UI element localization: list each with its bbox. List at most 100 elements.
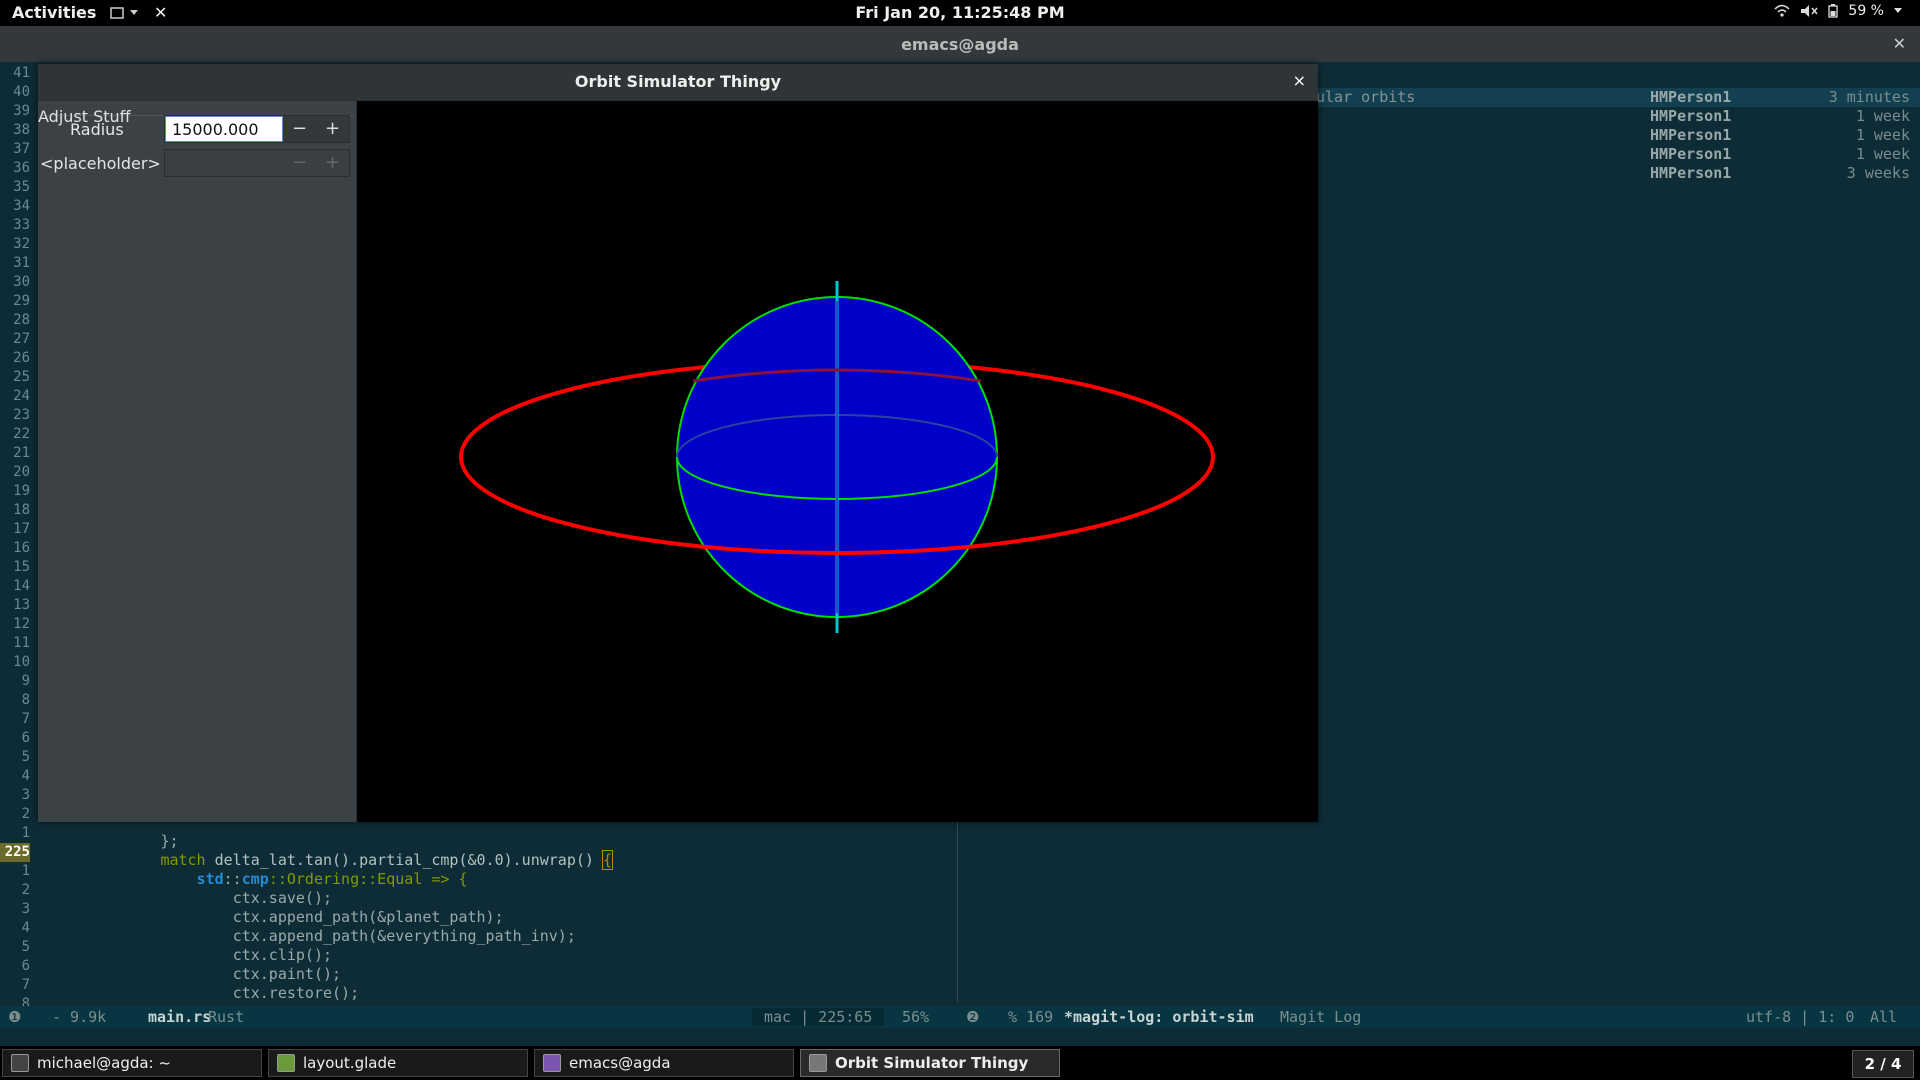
line-number: 41: [13, 65, 30, 81]
app-menu-close[interactable]: ✕: [154, 3, 167, 22]
code-line: std::cmp::Ordering::Equal => {: [196, 870, 468, 888]
placeholder-increment-button[interactable]: +: [316, 150, 349, 176]
control-panel: Adjust Stuff Radius 15000.000 − + <place…: [38, 101, 356, 822]
line-number: 34: [13, 198, 30, 214]
buffer-size: - 9.9k: [52, 1008, 107, 1026]
text-cursor: {: [601, 850, 613, 870]
workspace-indicator[interactable]: 2 / 4: [1852, 1050, 1914, 1078]
placeholder-decrement-button[interactable]: −: [283, 150, 316, 176]
orbit-simulator-window[interactable]: Orbit Simulator Thingy × Adjust Stuff Ra…: [38, 64, 1318, 822]
code-line: ctx.clip();: [232, 946, 333, 964]
magit-buffer-name[interactable]: *magit-log: orbit-sim: [1064, 1008, 1254, 1026]
scroll-percent: 56%: [902, 1008, 930, 1026]
line-number: 38: [13, 122, 30, 138]
line-number: 39: [13, 103, 30, 119]
encoding: utf-8 | 1: 0: [1746, 1008, 1855, 1026]
line-number: 31: [13, 255, 30, 271]
app-menu[interactable]: ✕: [110, 3, 167, 22]
commit-author: HMPerson1: [1650, 88, 1732, 106]
line-number: 3: [21, 787, 30, 803]
placeholder-input[interactable]: [165, 150, 283, 176]
line-number: 1: [21, 863, 30, 879]
chevron-down-icon: [1894, 8, 1902, 13]
radius-input[interactable]: 15000.000: [165, 116, 283, 142]
placeholder-label: <placeholder>: [40, 154, 161, 173]
dialog-title-bar[interactable]: Orbit Simulator Thingy: [38, 64, 1318, 100]
placeholder-spinbutton[interactable]: − +: [164, 149, 350, 177]
magit-commit-row[interactable]: ular orbits HMPerson1 3 minutes: [1316, 88, 1920, 107]
glade-icon: [277, 1054, 295, 1072]
orbit-drawing: [459, 281, 1215, 633]
line-number: 3: [21, 901, 30, 917]
magit-commit-row[interactable]: HMPerson1 1 week: [1316, 107, 1920, 126]
emacs-close-button[interactable]: ✕: [1893, 34, 1906, 53]
line-number: 4: [21, 920, 30, 936]
magit-commit-row[interactable]: HMPerson1 1 week: [1316, 145, 1920, 164]
orbit-canvas[interactable]: [357, 101, 1318, 822]
emacs-window-title: emacs@agda: [901, 35, 1019, 54]
wifi-icon: [1774, 4, 1790, 17]
code-line: };: [160, 832, 179, 850]
radius-decrement-button[interactable]: −: [283, 116, 316, 142]
taskbar-item[interactable]: Orbit Simulator Thingy: [800, 1049, 1060, 1077]
line-number: 22: [13, 426, 30, 442]
buffer-name[interactable]: main.rs: [148, 1008, 211, 1026]
line-number: 9: [21, 673, 30, 689]
commit-author: HMPerson1: [1650, 145, 1732, 163]
line-number: 19: [13, 483, 30, 499]
magit-info: % 169: [1008, 1008, 1054, 1026]
activities-button[interactable]: Activities: [12, 3, 96, 22]
line-number: 28: [13, 312, 30, 328]
commit-date: 1 week: [1855, 126, 1910, 144]
window-number-2[interactable]: ❷: [966, 1008, 979, 1026]
line-number: 20: [13, 464, 30, 480]
line-number: 23: [13, 407, 30, 423]
code-editor[interactable]: }; match delta_lat.tan().partial_cmp(&0.…: [34, 832, 613, 1003]
chevron-down-icon: [130, 9, 138, 15]
line-number: 6: [21, 730, 30, 746]
dialog-title: Orbit Simulator Thingy: [574, 72, 782, 91]
line-number: 1: [21, 825, 30, 841]
volume-muted-icon: [1801, 5, 1818, 17]
magit-commit-row[interactable]: HMPerson1 3 weeks: [1316, 164, 1920, 183]
system-tray[interactable]: 59 %: [1774, 3, 1902, 19]
taskbar-item-label: emacs@agda: [569, 1054, 671, 1072]
radius-spinbutton[interactable]: 15000.000 − +: [164, 115, 350, 143]
radius-increment-button[interactable]: +: [316, 116, 349, 142]
clock[interactable]: Fri Jan 20, 11:25:48 PM: [855, 3, 1064, 22]
taskbar: michael@agda: ~ layout.glade emacs@agda Orb…: [0, 1046, 1920, 1080]
magit-commit-row[interactable]: HMPerson1 1 week: [1316, 126, 1920, 145]
taskbar-item-label: michael@agda: ~: [37, 1054, 171, 1072]
commit-author: HMPerson1: [1650, 164, 1732, 182]
taskbar-item[interactable]: michael@agda: ~: [2, 1049, 262, 1077]
line-number: 27: [13, 331, 30, 347]
code-line: ctx.paint();: [232, 965, 342, 983]
line-number: 11: [13, 635, 30, 651]
taskbar-item[interactable]: emacs@agda: [534, 1049, 794, 1077]
emacs-title-bar[interactable]: emacs@agda ✕: [0, 26, 1920, 62]
major-mode[interactable]: Rust: [208, 1008, 244, 1026]
emacs-icon: [543, 1054, 561, 1072]
line-number-gutter: 41 40 39 38 37 36 35 34 33 32 31 30 29 28 27 26 25 24 23 22…: [0, 64, 30, 1014]
magit-log[interactable]: ular orbits HMPerson1 3 minutes HMPerson1 1 …: [1316, 88, 1920, 183]
taskbar-item-label: layout.glade: [303, 1054, 397, 1072]
commit-message: ular orbits: [1316, 88, 1416, 106]
buffer-position: All: [1870, 1008, 1898, 1026]
commit-date: 1 week: [1855, 145, 1910, 163]
dialog-close-button[interactable]: ×: [1293, 72, 1306, 90]
line-number: 29: [13, 293, 30, 309]
adjust-frame: [42, 115, 354, 821]
battery-percent: 59 %: [1848, 3, 1884, 19]
code-line: match delta_lat.tan().partial_cmp(&0.0).…: [160, 850, 613, 870]
window-number-1[interactable]: ❶: [8, 1008, 21, 1026]
cursor-position: mac | 225:65: [752, 1008, 885, 1026]
window-divider[interactable]: [957, 822, 958, 1002]
code-line: ctx.save();: [232, 889, 333, 907]
line-number: 6: [21, 958, 30, 974]
terminal-app-icon: [110, 6, 124, 19]
line-number: 5: [21, 749, 30, 765]
commit-date: 1 week: [1855, 107, 1910, 125]
magit-mode[interactable]: Magit Log: [1280, 1008, 1361, 1026]
taskbar-item[interactable]: layout.glade: [268, 1049, 528, 1077]
code-line: ctx.append_path(&everything_path_inv);: [232, 927, 576, 945]
